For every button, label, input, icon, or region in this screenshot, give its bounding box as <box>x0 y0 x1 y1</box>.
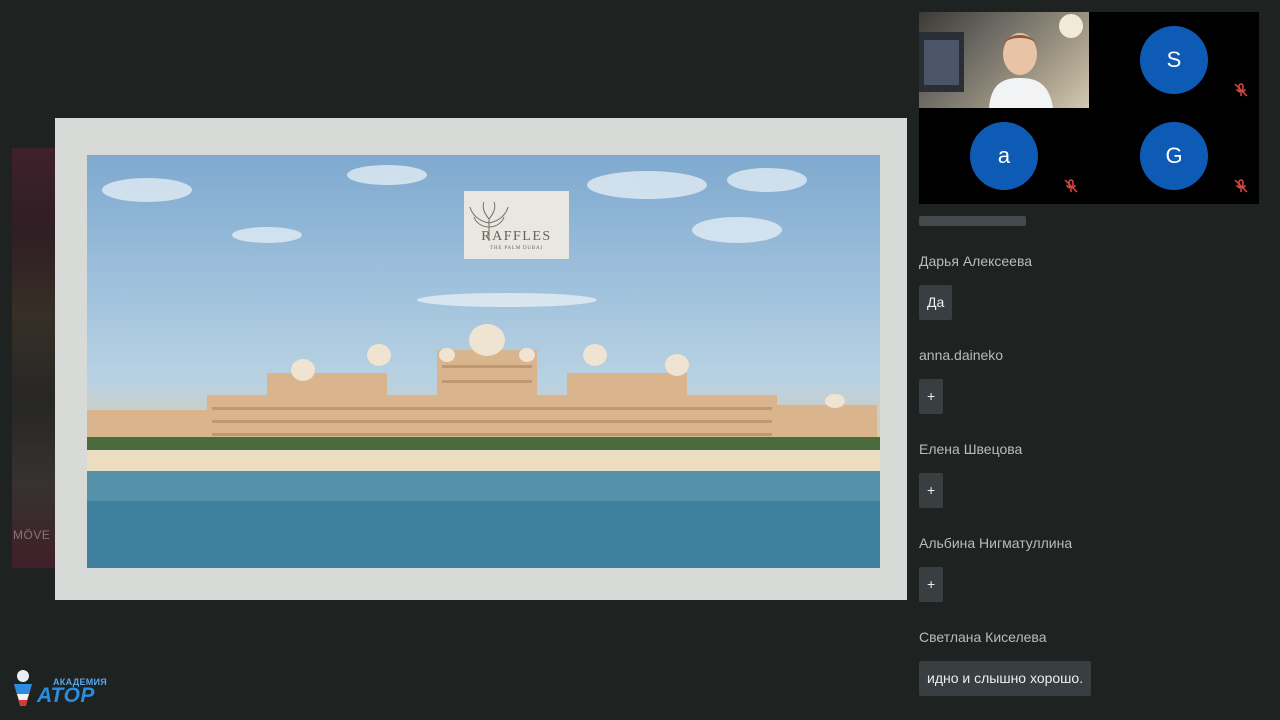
avatar: G <box>1140 122 1208 190</box>
avatar: S <box>1140 26 1208 94</box>
mic-off-icon <box>1234 83 1248 97</box>
torch-icon <box>14 670 32 706</box>
participant-tile-s[interactable]: S <box>1089 12 1259 108</box>
chat-text: + <box>919 473 944 508</box>
raffles-logo: RAFFLES THE PALM DUBAI <box>464 191 569 259</box>
camera-tile[interactable] <box>919 12 1089 108</box>
chat-scrollbar[interactable] <box>919 216 1026 226</box>
brand-main-text: АТОР <box>37 684 95 707</box>
participant-tile-g[interactable]: G <box>1089 108 1259 204</box>
chat-message: anna.daineko + <box>919 342 1259 436</box>
presenter-video <box>919 14 1083 108</box>
chat-text: идно и слышно хорошо. <box>919 661 1092 696</box>
avatar: a <box>970 122 1038 190</box>
chat-message: Дарья Алексеева Да <box>919 248 1259 342</box>
shared-screen: RAFFLES THE PALM DUBAI <box>55 118 907 600</box>
mic-off-icon <box>1234 179 1248 193</box>
chat-text: Да <box>919 285 953 320</box>
mic-off-icon <box>1064 179 1078 193</box>
video-grid: S a G <box>919 12 1259 204</box>
chat-message: Альбина Нигматуллина + <box>919 530 1259 624</box>
ator-academy-logo: АКАДЕМИЯ АТОР <box>10 666 107 710</box>
chat-author: anna.daineko <box>919 347 1004 363</box>
chat-author: Альбина Нигматуллина <box>919 535 1073 551</box>
hotel-photo: RAFFLES THE PALM DUBAI <box>87 155 880 568</box>
chat-author: Елена Швецова <box>919 441 1023 457</box>
chat-list: Дарья Алексеева Да anna.daineko + Елена … <box>919 248 1259 718</box>
chat-message: Светлана Киселева идно и слышно хорошо. <box>919 624 1259 718</box>
side-slide-text: MÖVE <box>13 528 51 542</box>
chat-message: Елена Швецова + <box>919 436 1259 530</box>
participant-tile-a[interactable]: a <box>919 108 1089 204</box>
logo-subtitle: THE PALM DUBAI <box>490 246 543 251</box>
chat-text: + <box>919 567 944 602</box>
chat-author: Светлана Киселева <box>919 629 1047 645</box>
chat-text: + <box>919 379 944 414</box>
chat-author: Дарья Алексеева <box>919 253 1033 269</box>
side-slide-thumbnail <box>12 148 56 568</box>
